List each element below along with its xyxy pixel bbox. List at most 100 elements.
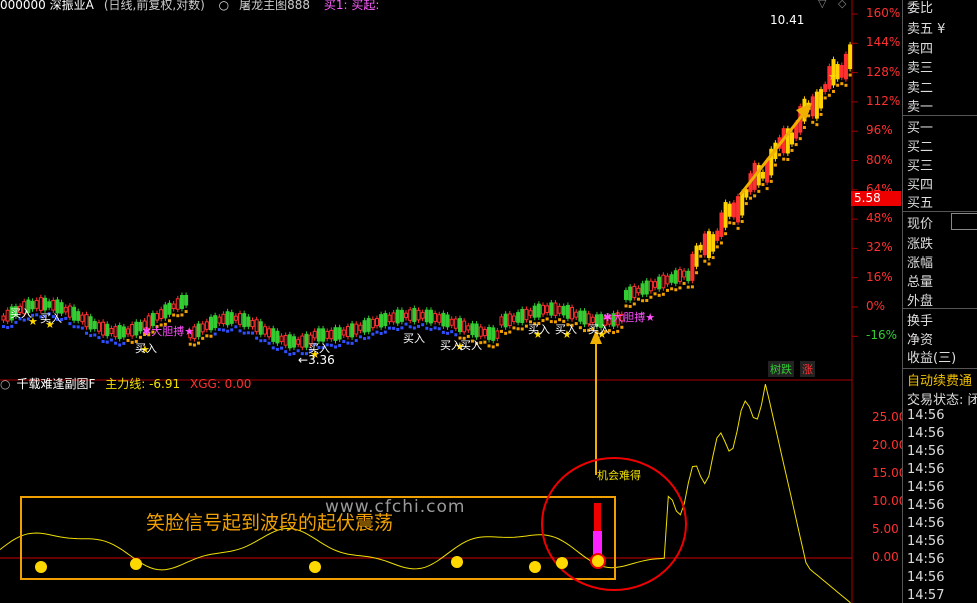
sub-chart-title[interactable]: 千载难逢副图F (16, 377, 95, 391)
candle-body (449, 318, 454, 326)
trend-dot (690, 285, 694, 289)
trend-dot (80, 326, 84, 330)
candle-body (532, 305, 537, 318)
trend-dot (811, 120, 815, 124)
candle-body (258, 321, 263, 335)
bid-5[interactable]: 买五 (907, 192, 933, 211)
smiley-icon (130, 558, 142, 570)
trend-dot (504, 331, 508, 335)
stat-change-pct: 涨幅 (907, 256, 934, 271)
trend-dot (798, 137, 802, 141)
bold-buy-label: ✱大胆搏★ (603, 311, 656, 324)
candle-body (665, 275, 670, 285)
candle-body (848, 44, 853, 70)
auto-renew-link[interactable]: 自动续费通 (907, 370, 972, 389)
candle-body (101, 321, 106, 336)
trend-dot (85, 331, 88, 335)
trend-dot (89, 334, 93, 338)
trend-dot (288, 352, 292, 356)
settings-icon[interactable]: ○ (0, 377, 10, 391)
expand-icon[interactable]: ◇ (838, 0, 846, 10)
trend-dot (197, 341, 201, 345)
percent-tick: 48% (866, 211, 893, 226)
bid-1[interactable]: 买一 (907, 117, 933, 136)
candle-body (424, 309, 429, 323)
watermark: www.cfchi.com (325, 497, 466, 517)
tag-up[interactable]: 涨 (800, 361, 815, 377)
trend-dot (275, 347, 279, 351)
candle-body (76, 311, 81, 321)
candle-body (677, 269, 682, 282)
ask-2[interactable]: 卖二 (907, 77, 933, 96)
trend-dot (753, 194, 757, 198)
trend-dot (757, 189, 761, 193)
bid-2[interactable]: 买二 (907, 136, 933, 155)
candle-body (541, 304, 545, 315)
collapse-icon[interactable]: ▽ (818, 0, 826, 10)
trend-dot (338, 344, 342, 348)
candle-body (262, 326, 267, 335)
trend-dot (226, 329, 230, 333)
candle-body (648, 280, 653, 292)
trend-dot (242, 331, 246, 335)
trend-dot (583, 329, 586, 333)
ask-3[interactable]: 卖三 (907, 57, 933, 76)
candle-body (653, 281, 658, 288)
trend-dot (769, 179, 773, 183)
candle-body (88, 316, 93, 330)
tag-down[interactable]: 树跌 (768, 361, 794, 377)
smiley-icon (35, 561, 47, 573)
candle-body (92, 321, 97, 329)
trend-dot (819, 112, 823, 116)
trend-dot (699, 254, 703, 258)
price-input[interactable] (951, 213, 977, 230)
buy-signal-label: 买入 (135, 342, 157, 355)
trend-dot (205, 334, 209, 338)
trend-dot (417, 324, 420, 328)
ask-1[interactable]: 卖一 (907, 96, 933, 115)
candle-body (267, 328, 272, 338)
trend-dot (645, 298, 649, 302)
trend-dot (392, 326, 396, 330)
bid-4[interactable]: 买四 (907, 174, 933, 193)
trend-dot (234, 325, 238, 329)
stock-name[interactable]: 000000 深振业A (0, 0, 94, 12)
candle-body (333, 327, 338, 341)
ask-4[interactable]: 卖四 (907, 38, 933, 57)
trend-dot (371, 332, 375, 336)
trend-dot (168, 319, 171, 323)
trend-dot (715, 245, 719, 249)
trend-dot (844, 83, 848, 87)
candle-body (134, 321, 139, 336)
trend-dot (686, 285, 690, 289)
candle-body (113, 326, 118, 338)
indicator-name[interactable]: 屠龙主图888 (239, 0, 310, 12)
buy-signal-label: 买入 (40, 312, 62, 325)
settings-icon[interactable]: ○ (219, 0, 229, 12)
stat-turnover: 换手 (907, 314, 934, 329)
tick-time: 14:56 (907, 444, 945, 459)
trend-dot (118, 343, 122, 347)
trend-dot (836, 83, 840, 87)
trend-dot (238, 329, 242, 333)
ask-5[interactable]: 卖五 ¥ (907, 18, 945, 37)
main-line-value: 主力线: -6.91 (105, 377, 181, 391)
candle-body (155, 313, 160, 321)
trend-dot (624, 304, 628, 308)
trend-dot (736, 226, 740, 230)
bid-3[interactable]: 买三 (907, 155, 933, 174)
trend-dot (284, 350, 288, 354)
trend-dot (267, 341, 271, 345)
percent-tick: -16% (866, 328, 898, 343)
candle-body (80, 314, 85, 323)
candle-body (528, 310, 533, 316)
divider (903, 211, 977, 212)
candle-body (823, 84, 828, 92)
candle-body (740, 192, 745, 216)
sub-axis-tick: 5.00 (872, 522, 899, 536)
tick-time: 14:56 (907, 570, 945, 585)
candle-body (370, 318, 375, 329)
trend-dot (653, 292, 657, 296)
trend-dot (832, 89, 835, 93)
percent-tick: 16% (866, 269, 893, 284)
